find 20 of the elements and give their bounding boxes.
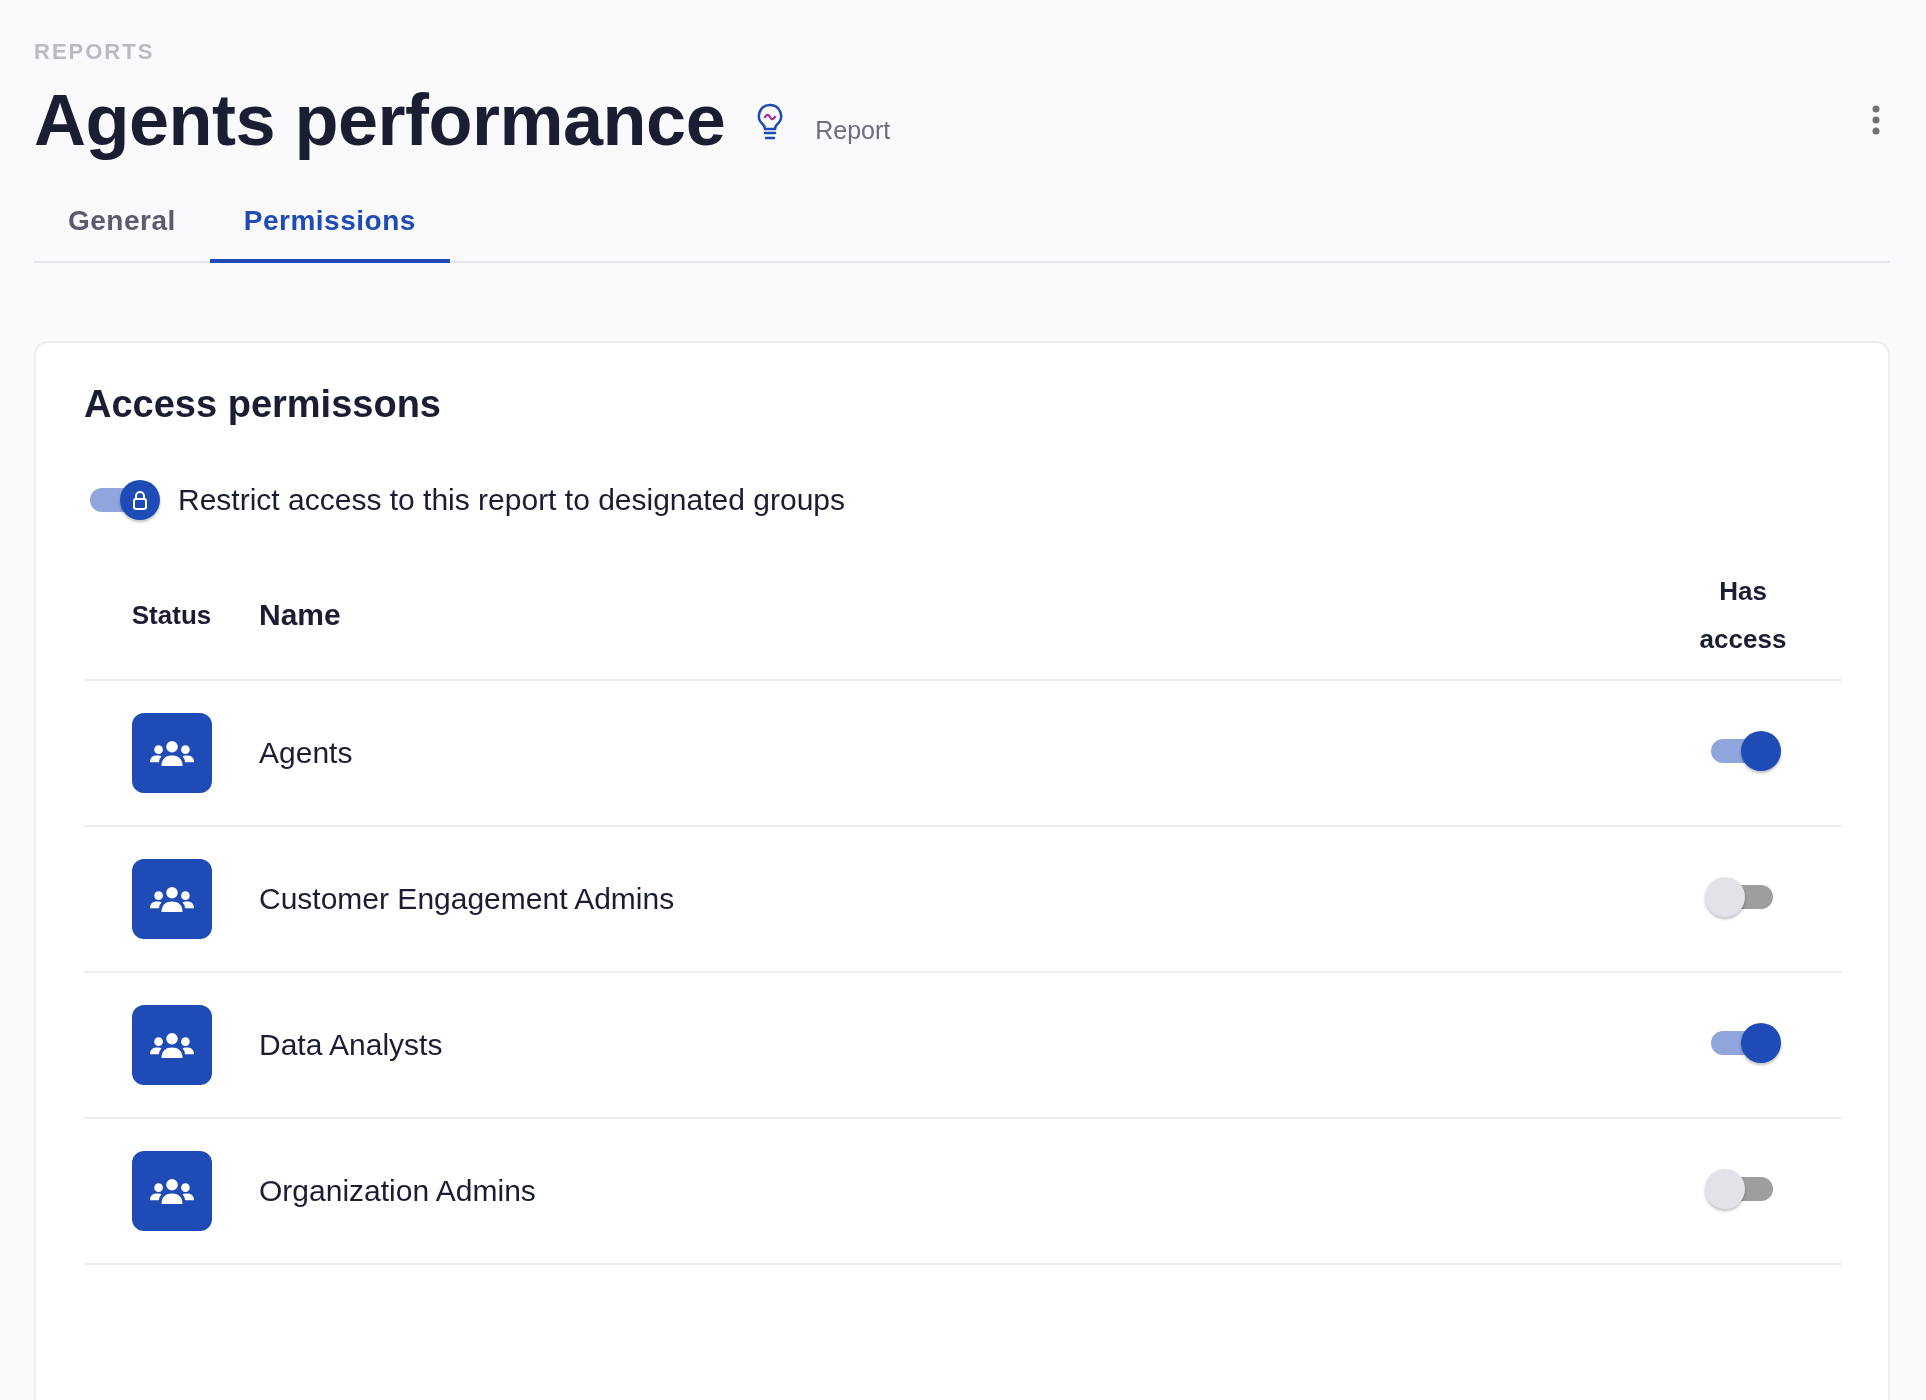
page-title: Agents performance	[34, 79, 726, 162]
column-header: Name	[259, 598, 341, 631]
tab[interactable]: Permissions	[209, 183, 450, 263]
lock-icon	[132, 490, 148, 510]
group-name: Customer Engagement Admins	[259, 882, 675, 915]
group-icon	[131, 859, 212, 939]
group-name: Organization Admins	[259, 1174, 536, 1207]
card-title: Access permissons	[84, 382, 442, 427]
column-header: Has access	[1699, 576, 1787, 654]
breadcrumb: REPORTS	[34, 39, 155, 65]
column-header: Status	[131, 600, 212, 630]
restrict-access-label: Restrict access to this report to designated groups	[178, 483, 845, 517]
more-icon	[1872, 105, 1880, 135]
group-icon	[131, 713, 212, 793]
group-icon	[131, 1151, 212, 1231]
group-name: Data Analysts	[259, 1028, 443, 1061]
tab[interactable]: General	[34, 183, 210, 263]
group-name: Agents	[259, 736, 353, 769]
group-icon	[131, 1005, 212, 1085]
report-type-label: Report	[815, 115, 891, 145]
